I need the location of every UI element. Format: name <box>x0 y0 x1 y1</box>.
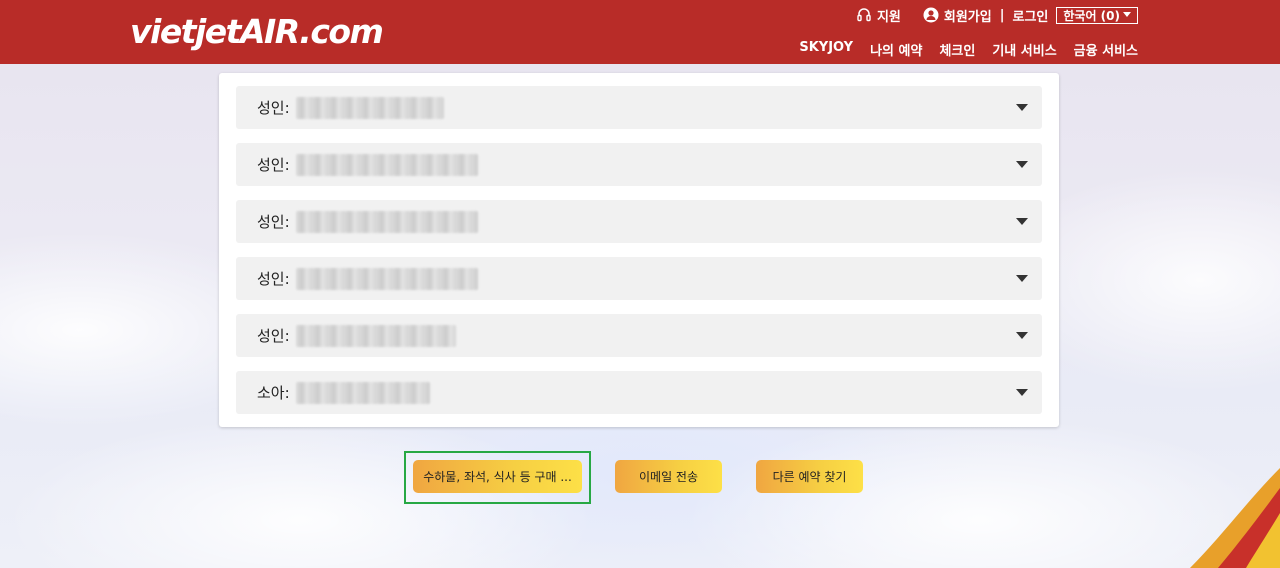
login-link[interactable]: 로그인 <box>1012 6 1048 25</box>
nav-item-checkin[interactable]: 체크인 <box>939 40 975 59</box>
passenger-row[interactable]: 성인: <box>236 200 1042 243</box>
language-selector[interactable]: 한국어 (0) <box>1056 6 1138 24</box>
signup-link[interactable]: 회원가입 <box>923 6 992 25</box>
main-nav: SKYJOY 나의 예약 체크인 기내 서비스 금융 서비스 <box>799 40 1138 59</box>
redacted-passenger-name <box>295 210 478 233</box>
top-links: 지원 회원가입 | 로그인 한국어 (0) <box>856 6 1138 25</box>
redacted-passenger-name <box>295 153 478 176</box>
nav-item-skyjoy[interactable]: SKYJOY <box>799 40 853 59</box>
passenger-row[interactable]: 성인: <box>236 257 1042 300</box>
purchase-extras-button[interactable]: 수하물, 좌석, 식사 등 구매 ... <box>413 460 582 493</box>
signup-label: 회원가입 <box>943 9 992 25</box>
nav-item-my-booking[interactable]: 나의 예약 <box>870 40 922 59</box>
redacted-passenger-name <box>295 381 430 404</box>
nav-item-inflight-services[interactable]: 기내 서비스 <box>992 40 1056 59</box>
chevron-down-icon <box>1016 389 1028 396</box>
redacted-passenger-name <box>295 267 478 290</box>
support-link[interactable]: 지원 <box>856 6 901 25</box>
decorative-swoosh <box>1190 468 1280 568</box>
passenger-type-label: 성인: <box>257 213 290 231</box>
vietjet-logo[interactable]: vietjetAIR.com <box>130 12 384 52</box>
passenger-row[interactable]: 성인: <box>236 86 1042 129</box>
chevron-down-icon <box>1016 275 1028 282</box>
passenger-type-label: 성인: <box>257 156 290 174</box>
passenger-type-label: 성인: <box>257 327 290 345</box>
chevron-down-icon <box>1016 332 1028 339</box>
redacted-passenger-name <box>295 324 456 347</box>
chevron-down-icon <box>1016 104 1028 111</box>
passenger-type-label: 소아: <box>257 384 290 402</box>
chevron-down-icon <box>1123 12 1131 17</box>
passenger-type-label: 성인: <box>257 270 290 288</box>
nav-item-financial-services[interactable]: 금융 서비스 <box>1074 40 1138 59</box>
redacted-passenger-name <box>295 96 444 119</box>
passenger-row[interactable]: 성인: <box>236 314 1042 357</box>
passenger-row[interactable]: 성인: <box>236 143 1042 186</box>
language-label: 한국어 (0) <box>1063 8 1120 23</box>
passenger-row[interactable]: 소아: <box>236 371 1042 414</box>
chevron-down-icon <box>1016 218 1028 225</box>
headset-icon <box>857 8 871 22</box>
passenger-type-label: 성인: <box>257 99 290 117</box>
site-header: vietjetAIR.com 지원 회원가입 | 로그인 한국어 (0) SKY… <box>0 0 1280 64</box>
send-email-button[interactable]: 이메일 전송 <box>615 460 722 493</box>
passenger-list-panel: 성인: 성인: 성인: 성인: 성인: 소아: <box>219 73 1059 427</box>
find-other-booking-button[interactable]: 다른 예약 찾기 <box>756 460 863 493</box>
user-icon <box>923 7 939 23</box>
support-label: 지원 <box>876 9 901 25</box>
chevron-down-icon <box>1016 161 1028 168</box>
link-separator: | <box>999 7 1005 23</box>
